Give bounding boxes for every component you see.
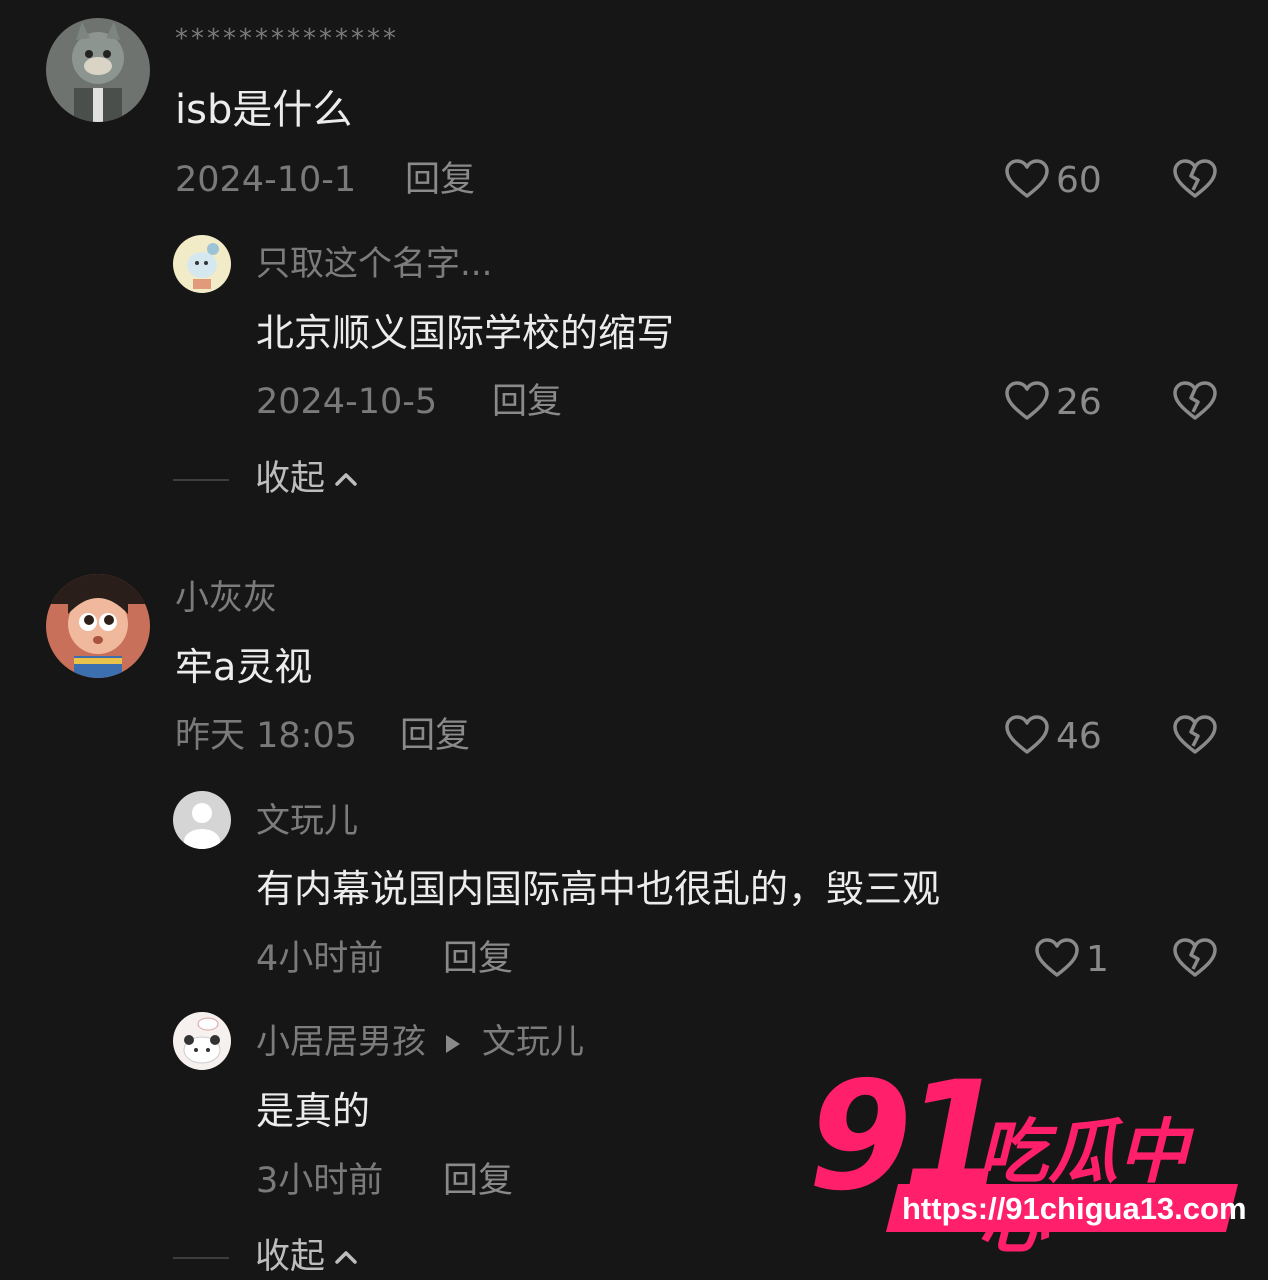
like-button[interactable]: 26 (1004, 380, 1102, 426)
comment-username[interactable]: 小灰灰 (175, 581, 277, 615)
watermark: 91 吃瓜中心 https://91chigua13.com (808, 1062, 1248, 1257)
reply-button[interactable]: 回复 (443, 1164, 513, 1199)
heart-outline-icon (1004, 714, 1050, 760)
dislike-button[interactable] (1172, 937, 1218, 983)
like-count: 26 (1056, 382, 1102, 423)
comment-text: isb是什么 (175, 87, 353, 133)
like-count: 1 (1086, 939, 1109, 980)
broken-heart-icon (1172, 159, 1218, 204)
like-count: 60 (1056, 160, 1102, 201)
dislike-button[interactable] (1172, 380, 1218, 426)
like-count: 46 (1056, 716, 1102, 757)
broken-heart-icon (1172, 381, 1218, 426)
reply-button[interactable]: 回复 (443, 942, 513, 977)
heart-outline-icon (1034, 937, 1080, 983)
reply-arrow-icon (446, 1034, 460, 1053)
chevron-up-icon (325, 1247, 359, 1269)
like-button[interactable]: 1 (1034, 937, 1109, 983)
collapse-replies-button[interactable]: 收起 (173, 1240, 359, 1275)
comment-date: 2024-10-1 (175, 160, 357, 200)
dislike-button[interactable] (1172, 158, 1218, 204)
watermark-url: https://91chigua13.com (902, 1191, 1247, 1226)
reply-username-line: 小居居男孩 文玩儿 (256, 1025, 584, 1059)
heart-outline-icon (1004, 158, 1050, 204)
reply-username[interactable]: 文玩儿 (256, 804, 358, 838)
collapse-replies-button[interactable]: 收起 (173, 462, 359, 497)
divider-line (173, 478, 229, 481)
avatar-panda[interactable] (173, 1012, 231, 1070)
reply-date: 3小时前 (256, 1161, 384, 1201)
chevron-up-icon (325, 469, 359, 491)
avatar-default[interactable] (173, 791, 231, 849)
reply-button[interactable]: 回复 (405, 163, 475, 198)
comment-username[interactable]: ************** (175, 24, 399, 54)
collapse-label: 收起 (255, 459, 326, 499)
reply-date: 4小时前 (256, 939, 384, 979)
comment-text: 牢a灵视 (175, 645, 313, 689)
dislike-button[interactable] (1172, 714, 1218, 760)
comment-date: 昨天 18:05 (175, 716, 357, 756)
reply-username[interactable]: 只取这个名字... (256, 247, 492, 281)
avatar-reply[interactable] (173, 235, 231, 293)
avatar-agnes[interactable] (46, 574, 150, 678)
reply-date: 2024-10-5 (256, 382, 438, 422)
reply-text: 有内幕说国内国际高中也很乱的，毁三观 (256, 867, 941, 911)
like-button[interactable]: 46 (1004, 714, 1102, 760)
like-button[interactable]: 60 (1004, 158, 1102, 204)
reply-button[interactable]: 回复 (400, 719, 470, 754)
broken-heart-icon (1172, 715, 1218, 760)
reply-text: 北京顺义国际学校的缩写 (256, 311, 675, 355)
collapse-label: 收起 (255, 1237, 326, 1277)
reply-text: 是真的 (256, 1089, 371, 1133)
reply-username[interactable]: 小居居男孩 (256, 1022, 426, 1062)
reply-to-username[interactable]: 文玩儿 (482, 1022, 584, 1062)
heart-outline-icon (1004, 380, 1050, 426)
broken-heart-icon (1172, 938, 1218, 983)
avatar-cat[interactable] (46, 18, 150, 122)
divider-line (173, 1256, 229, 1259)
reply-button[interactable]: 回复 (492, 385, 562, 420)
